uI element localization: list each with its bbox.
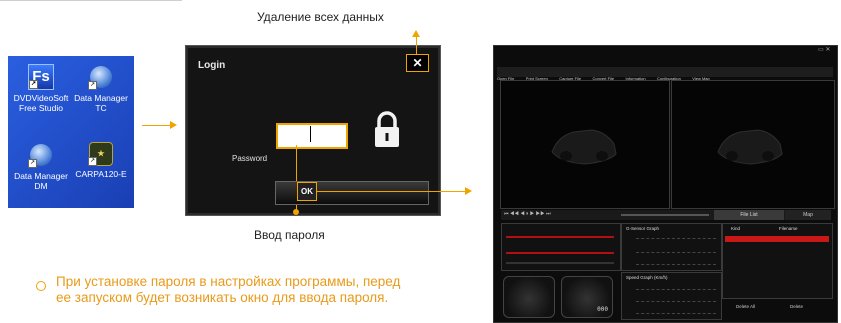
tab-file-list[interactable]: File List bbox=[714, 210, 784, 220]
ok-button[interactable]: OK bbox=[297, 182, 317, 201]
channel-indicator bbox=[506, 252, 614, 254]
data-manager-icon: ↗ bbox=[88, 66, 114, 90]
desktop-icon-label: DVDVideoSoft Free Studio bbox=[13, 93, 69, 113]
desktop-icon-label: CARPA120-E bbox=[75, 169, 127, 179]
arrow-up-icon bbox=[412, 30, 420, 37]
arrow-head-icon bbox=[465, 187, 472, 195]
gsensor-title: G-Sensor Graph bbox=[626, 226, 660, 231]
lock-icon bbox=[375, 111, 399, 147]
connector-ok-app bbox=[316, 191, 466, 192]
desktop-icon-data-manager-dm[interactable]: ↗ Data Manager DM bbox=[10, 142, 72, 191]
desktop-icon-label: Data Manager DM bbox=[14, 171, 68, 191]
free-studio-icon: Fs ↗ bbox=[28, 64, 54, 90]
level-bar bbox=[506, 262, 614, 264]
car-placeholder-icon bbox=[717, 129, 783, 165]
file-row-selected[interactable] bbox=[725, 236, 829, 242]
connector-dot bbox=[293, 209, 299, 215]
password-label: Password bbox=[232, 154, 268, 163]
desktop-icon-data-manager-tc[interactable]: ↗ Data Manager TC bbox=[70, 64, 132, 113]
desktop-icon-label: Data Manager TC bbox=[74, 93, 128, 113]
graph-grid bbox=[636, 238, 716, 239]
bullet-icon bbox=[36, 281, 46, 291]
graph-grid bbox=[636, 252, 716, 253]
desktop-panel: Fs ↗ DVDVideoSoft Free Studio ↗ Data Mana… bbox=[8, 56, 134, 208]
car-placeholder-icon bbox=[551, 129, 617, 165]
seek-track[interactable] bbox=[621, 214, 709, 216]
col-kind: Kind bbox=[731, 226, 741, 231]
data-manager-icon: ↗ bbox=[28, 144, 54, 168]
caption-password-entry: Ввод пароля bbox=[254, 228, 325, 242]
close-button[interactable]: ✕ bbox=[406, 54, 429, 72]
graph-grid bbox=[636, 301, 716, 302]
channel-panel bbox=[501, 223, 621, 271]
channel-indicator bbox=[506, 236, 614, 238]
login-title: Login bbox=[198, 60, 226, 71]
tab-map[interactable]: Map bbox=[785, 210, 831, 220]
file-list-panel: Kind Filename bbox=[722, 223, 833, 299]
graph-grid bbox=[636, 289, 716, 290]
text-caret bbox=[310, 126, 311, 142]
password-field[interactable] bbox=[276, 123, 348, 149]
arrow-head-icon bbox=[170, 121, 177, 129]
delete-button[interactable]: Delete bbox=[790, 304, 803, 309]
speed-graph-title: Speed Graph (Km/h) bbox=[626, 275, 668, 280]
window-controls[interactable]: ▭ ✕ bbox=[818, 46, 830, 53]
connector-desktop-login bbox=[142, 125, 172, 126]
note-text: При установке пароля в настройках програ… bbox=[56, 274, 401, 305]
top-rule bbox=[0, 0, 182, 1]
col-filename: Filename bbox=[779, 226, 798, 231]
caption-delete-all: Удаление всех данных bbox=[257, 10, 384, 24]
menu-bar: Open File Print Screen Capture File Conv… bbox=[497, 67, 833, 81]
speed-graph-panel: Speed Graph (Km/h) bbox=[621, 272, 722, 320]
compass-gauge bbox=[503, 276, 555, 318]
playback-controls[interactable]: ⏮ ◀◀ ◀ ⏸ ▶ ▶▶ ⏭ bbox=[504, 211, 551, 217]
connector-close-caption bbox=[416, 34, 417, 54]
speed-gauge: 000 bbox=[561, 276, 613, 318]
carpa-icon: ★ ↗ bbox=[88, 142, 114, 166]
graph-grid bbox=[636, 264, 716, 265]
graph-grid bbox=[636, 313, 716, 314]
desktop-icon-free-studio[interactable]: Fs ↗ DVDVideoSoft Free Studio bbox=[10, 64, 72, 113]
desktop-icon-carpa[interactable]: ★ ↗ CARPA120-E bbox=[70, 142, 132, 179]
gsensor-panel: G-Sensor Graph bbox=[621, 223, 722, 271]
delete-all-button[interactable]: Delete All bbox=[736, 304, 755, 309]
speed-readout: 000 bbox=[597, 306, 608, 313]
